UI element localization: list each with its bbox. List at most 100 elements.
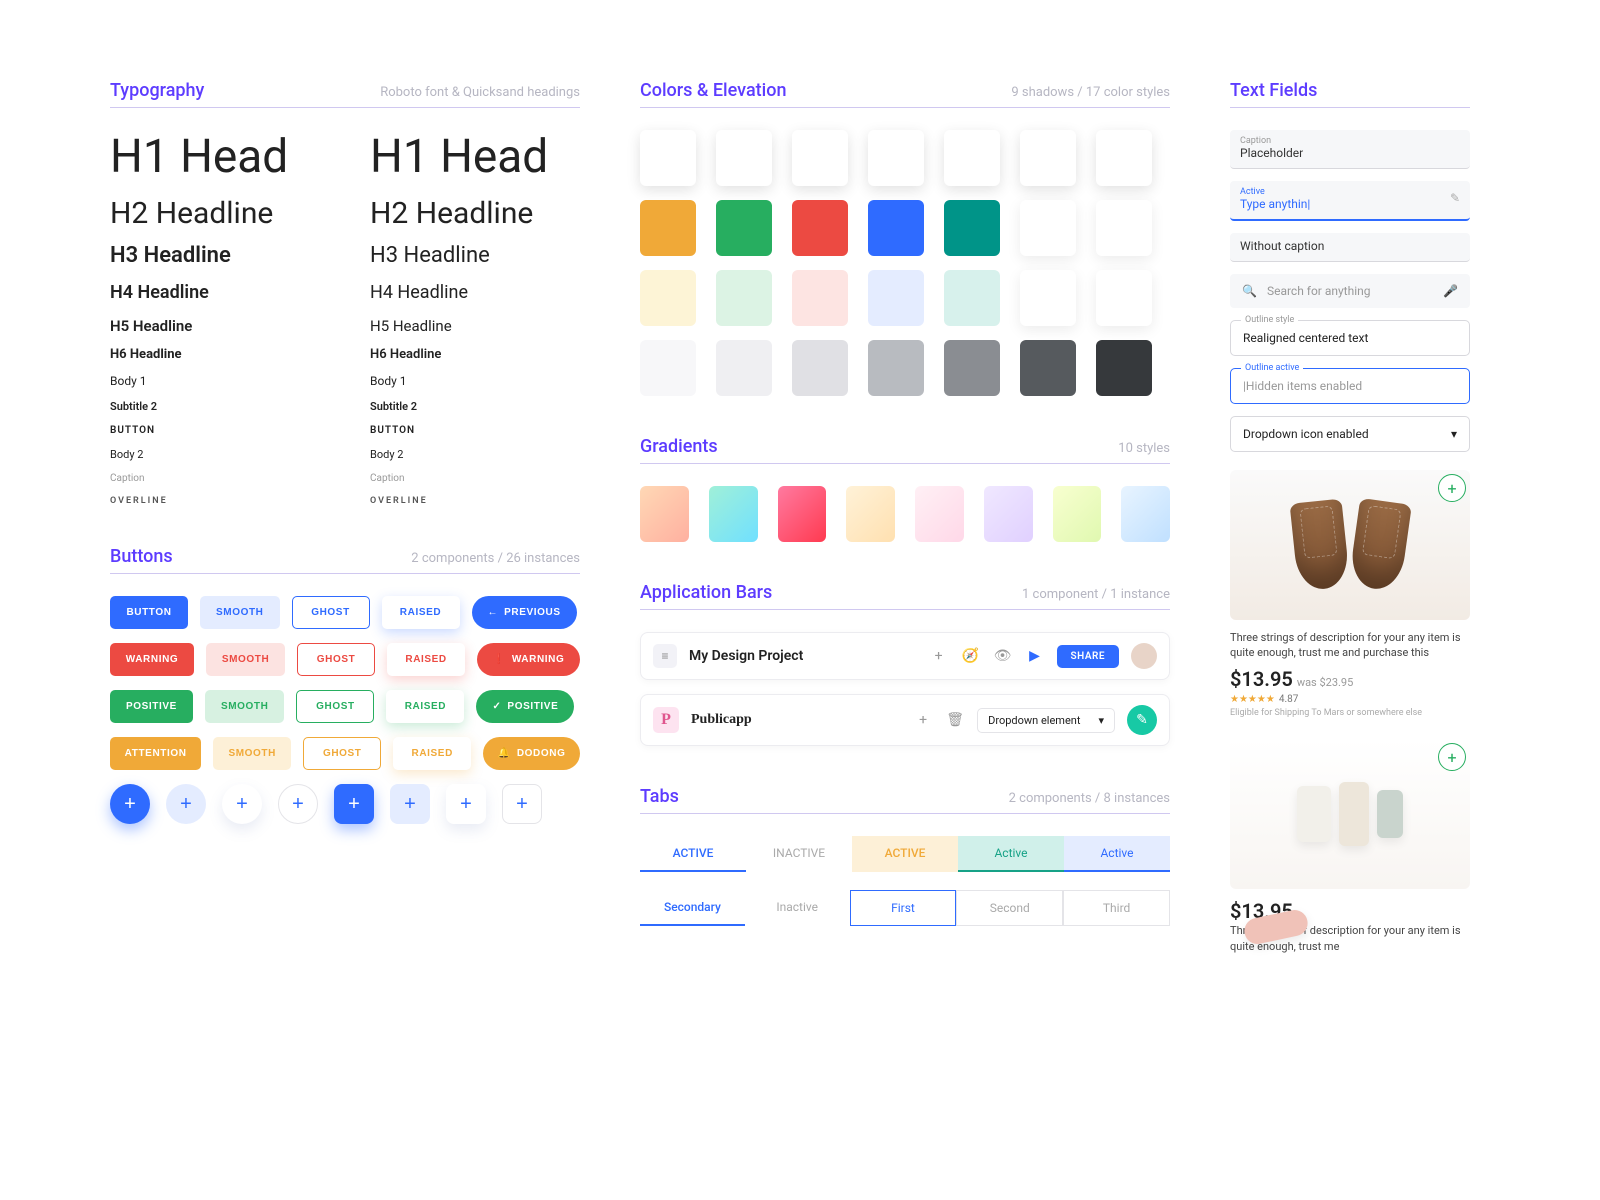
button-ghost-green[interactable]: GHOST xyxy=(296,690,374,723)
appbar2-title: Publicapp xyxy=(691,712,901,728)
tab-first[interactable]: First xyxy=(850,890,957,926)
button-raised[interactable]: RAISED xyxy=(382,596,460,629)
outline-field-active[interactable]: Outline active |Hidden items enabled xyxy=(1230,368,1470,404)
menu-icon[interactable]: ≡ xyxy=(653,644,677,668)
buttons-header: Buttons 2 components / 26 instances xyxy=(110,546,580,574)
typography-col-light: H1 Head H2 Headline H3 Headline H4 Headl… xyxy=(370,130,580,506)
fab-add-soft[interactable]: + xyxy=(166,784,206,824)
add-icon[interactable]: + xyxy=(913,710,933,730)
color-swatch xyxy=(868,270,924,326)
edit-fab[interactable]: ✎ xyxy=(1127,705,1157,735)
typography-subtitle: Roboto font & Quicksand headings xyxy=(380,85,580,100)
fab-add-outline[interactable]: + xyxy=(278,784,318,824)
color-swatch xyxy=(1096,130,1152,186)
appbar-1: ≡ My Design Project + 🧭 👁 ▶ SHARE xyxy=(640,632,1170,680)
fab-sq-white[interactable]: + xyxy=(446,784,486,824)
button-raised-amber[interactable]: RAISED xyxy=(393,737,471,770)
trash-icon[interactable]: 🗑 xyxy=(945,710,965,730)
text-field-placeholder[interactable]: Caption Placeholder xyxy=(1230,130,1470,169)
button-primary[interactable]: BUTTON xyxy=(110,596,188,629)
eye-icon[interactable]: 👁 xyxy=(993,646,1013,666)
button-positive-pill[interactable]: ✓POSITIVE xyxy=(476,690,574,723)
tab-inactive2[interactable]: Inactive xyxy=(745,890,850,926)
text-field-nocaption[interactable]: Without caption xyxy=(1230,233,1470,262)
color-swatch xyxy=(1020,340,1076,396)
button-smooth-green[interactable]: SMOOTH xyxy=(205,690,285,723)
tab-inactive[interactable]: INACTIVE xyxy=(746,836,852,872)
search-icon: 🔍 xyxy=(1242,284,1257,298)
product-price: $13.95 xyxy=(1230,667,1293,691)
avatar[interactable] xyxy=(1131,643,1157,669)
add-product-button[interactable]: + xyxy=(1438,474,1466,502)
app-logo: P xyxy=(653,707,679,733)
fab-sq-blue[interactable]: + xyxy=(334,784,374,824)
tab-active-blue[interactable]: Active xyxy=(1064,836,1170,872)
color-swatch xyxy=(792,340,848,396)
fab-sq-soft[interactable]: + xyxy=(390,784,430,824)
appbar-2: P Publicapp + 🗑 Dropdown element▾ ✎ xyxy=(640,694,1170,746)
button-warning[interactable]: WARNING xyxy=(110,643,194,676)
color-swatch xyxy=(716,340,772,396)
share-button[interactable]: SHARE xyxy=(1057,645,1119,668)
tab-active-amber[interactable]: ACTIVE xyxy=(852,836,958,872)
edit-icon[interactable]: ✎ xyxy=(1450,191,1460,205)
tab-secondary[interactable]: Secondary xyxy=(640,890,745,926)
textfields-header: Text Fields xyxy=(1230,80,1470,108)
alert-icon: ❗ xyxy=(493,654,506,665)
play-icon[interactable]: ▶ xyxy=(1025,646,1045,666)
color-swatch xyxy=(640,270,696,326)
fab-add-blue[interactable]: + xyxy=(110,784,150,824)
gradient-swatch xyxy=(1053,486,1102,542)
appbars-title: Application Bars xyxy=(640,582,772,603)
typography-header: Typography Roboto font & Quicksand headi… xyxy=(110,80,580,108)
colors-subtitle: 9 shadows / 17 color styles xyxy=(1011,85,1170,100)
gradients-subtitle: 10 styles xyxy=(1118,441,1170,456)
buttons-title: Buttons xyxy=(110,546,173,567)
button-raised-red[interactable]: RAISED xyxy=(387,643,465,676)
tabs-header: Tabs 2 components / 8 instances xyxy=(640,786,1170,814)
tabs-title: Tabs xyxy=(640,786,679,807)
fab-sq-outline[interactable]: + xyxy=(502,784,542,824)
tab-second[interactable]: Second xyxy=(956,890,1063,926)
gradient-swatch xyxy=(709,486,758,542)
compass-icon[interactable]: 🧭 xyxy=(961,646,981,666)
search-field[interactable]: 🔍 Search for anything 🎤 xyxy=(1230,274,1470,308)
tab-third[interactable]: Third xyxy=(1063,890,1170,926)
add-icon[interactable]: + xyxy=(929,646,949,666)
color-swatch xyxy=(1096,340,1152,396)
gradient-swatches xyxy=(640,486,1170,542)
color-swatch xyxy=(1096,200,1152,256)
gradients-header: Gradients 10 styles xyxy=(640,436,1170,464)
product-old-price: was $23.95 xyxy=(1297,676,1353,689)
dropdown[interactable]: Dropdown element▾ xyxy=(977,708,1115,733)
button-previous[interactable]: ←PREVIOUS xyxy=(472,596,577,629)
color-swatch xyxy=(640,340,696,396)
button-positive[interactable]: POSITIVE xyxy=(110,690,193,723)
dropdown-field[interactable]: Dropdown icon enabled ▾ xyxy=(1230,416,1470,452)
bell-icon: 🔔 xyxy=(498,748,511,759)
button-dodong[interactable]: 🔔DODONG xyxy=(483,737,580,770)
product-rating: ★★★★★4.87 xyxy=(1230,694,1470,705)
color-swatches-tints xyxy=(640,270,1170,326)
fab-add-white[interactable]: + xyxy=(222,784,262,824)
tab-active-teal[interactable]: Active xyxy=(958,836,1064,872)
color-swatches-grays xyxy=(640,340,1170,396)
button-ghost[interactable]: GHOST xyxy=(292,596,370,629)
color-swatch xyxy=(1020,270,1076,326)
tab-active[interactable]: ACTIVE xyxy=(640,836,746,872)
mic-icon[interactable]: 🎤 xyxy=(1443,284,1458,298)
text-field-active[interactable]: Active Type anythin| ✎ xyxy=(1230,181,1470,221)
button-smooth-amber[interactable]: SMOOTH xyxy=(213,737,291,770)
button-ghost-red[interactable]: GHOST xyxy=(297,643,375,676)
button-smooth-red[interactable]: SMOOTH xyxy=(206,643,285,676)
outline-field[interactable]: Outline style Realigned centered text xyxy=(1230,320,1470,356)
button-warning-pill[interactable]: ❗WARNING xyxy=(477,643,580,676)
shadow-swatches xyxy=(640,130,1170,186)
button-smooth[interactable]: SMOOTH xyxy=(200,596,280,629)
color-swatch xyxy=(792,130,848,186)
button-ghost-amber[interactable]: GHOST xyxy=(303,737,381,770)
button-attention[interactable]: ATTENTION xyxy=(110,737,201,770)
color-swatch xyxy=(716,270,772,326)
color-swatches-primary xyxy=(640,200,1170,256)
button-raised-green[interactable]: RAISED xyxy=(386,690,464,723)
